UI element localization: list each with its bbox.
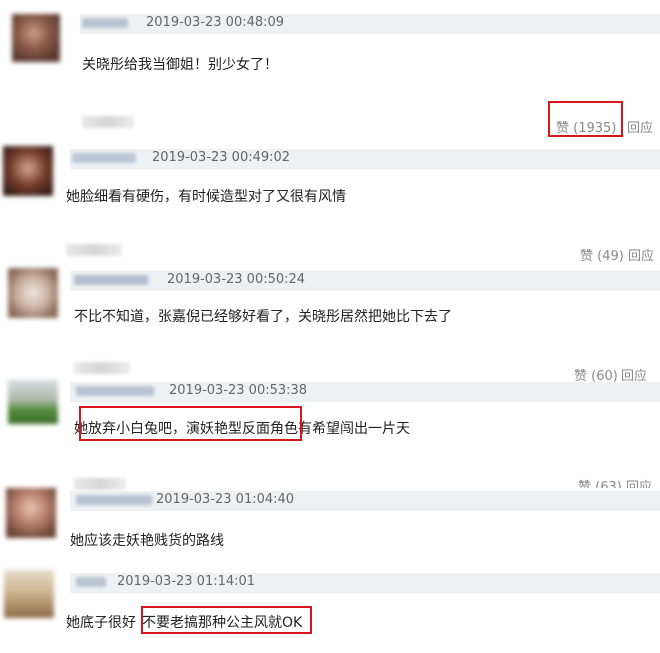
- comment-timestamp: 2019-03-23 01:04:40: [156, 492, 295, 507]
- comment-text: 她脸细看有硬伤，有时候造型对了又很有风情: [66, 189, 346, 205]
- like-button[interactable]: 赞 (63): [578, 476, 622, 488]
- comment-item: 2019-03-23 01:14:01 她底子很好 不要老搞那种公主风就OK: [0, 0, 660, 634]
- like-count: (63): [595, 480, 622, 488]
- avatar[interactable]: [4, 570, 54, 618]
- avatar[interactable]: [8, 380, 58, 424]
- avatar[interactable]: [3, 146, 53, 196]
- like-button[interactable]: 赞 (1935): [556, 117, 616, 136]
- comment-text: 不比不知道，张嘉倪已经够好看了，关晓彤居然把她比下去了: [74, 309, 452, 325]
- comment-meta-blurred: [74, 478, 126, 490]
- like-label: 赞: [580, 249, 594, 264]
- comment-timestamp: 2019-03-23 00:50:24: [167, 272, 306, 287]
- comment-timestamp: 2019-03-23 00:53:38: [169, 383, 308, 398]
- text-highlight-box: [141, 606, 312, 634]
- reply-button[interactable]: 回应: [627, 117, 653, 136]
- comment-text: 她应该走妖艳贱货的路线: [70, 533, 224, 549]
- username-blurred[interactable]: [76, 495, 152, 505]
- comment-text-suffix: 希望闯出一片天: [312, 421, 410, 437]
- username-blurred[interactable]: [74, 275, 148, 285]
- comment-text-prefix: 她底子很好: [66, 615, 136, 631]
- comment-meta-blurred: [66, 244, 122, 256]
- comment-meta-blurred: [82, 116, 134, 128]
- reply-button[interactable]: 回应: [626, 476, 652, 488]
- comment-header: 2019-03-23 00:53:38: [70, 382, 660, 402]
- avatar[interactable]: [8, 268, 58, 318]
- like-label: 赞: [578, 480, 592, 488]
- comment-timestamp: 2019-03-23 00:49:02: [152, 150, 291, 165]
- comment-timestamp: 2019-03-23 01:14:01: [117, 574, 256, 589]
- comment-header: 2019-03-23 00:49:02: [70, 149, 660, 169]
- like-button[interactable]: 赞 (49): [580, 245, 624, 264]
- comment-header: 2019-03-23 01:04:40: [70, 491, 660, 511]
- avatar[interactable]: [6, 488, 56, 538]
- username-blurred[interactable]: [76, 386, 154, 396]
- username-blurred[interactable]: [72, 153, 136, 163]
- text-highlight-box: [79, 406, 302, 441]
- reply-button[interactable]: 回应: [628, 245, 654, 264]
- like-label: 赞: [556, 121, 570, 136]
- comment-header: 2019-03-23 01:14:01: [70, 573, 660, 593]
- comment-header: 2019-03-23 00:50:24: [70, 271, 660, 291]
- comment-meta-blurred: [74, 362, 130, 374]
- like-count: (49): [597, 249, 624, 264]
- username-blurred[interactable]: [76, 577, 106, 587]
- like-count: (1935): [573, 121, 617, 136]
